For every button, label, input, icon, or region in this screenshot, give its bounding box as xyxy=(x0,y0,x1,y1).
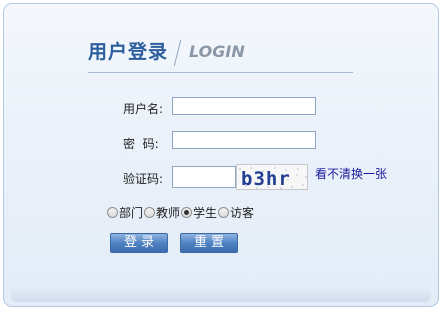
role-radio-department[interactable] xyxy=(107,207,118,218)
password-input[interactable] xyxy=(172,131,316,149)
role-radio-student[interactable] xyxy=(181,207,193,218)
login-title-en: LOGIN xyxy=(189,42,245,61)
captcha-text: b3hr xyxy=(241,168,291,190)
captcha-refresh-link[interactable]: 看不清换一张 xyxy=(315,165,387,182)
role-label-department: 部门 xyxy=(119,206,144,220)
captcha-noise: b3hr xyxy=(239,167,307,190)
role-label-student: 学生 xyxy=(193,206,218,220)
login-button[interactable]: 登录 xyxy=(110,233,168,253)
role-radio-visitor[interactable] xyxy=(218,207,230,218)
role-radio-teacher[interactable] xyxy=(144,207,156,218)
username-label: 用户名: xyxy=(123,102,164,116)
login-title: 用户登录 xyxy=(88,41,169,63)
panel-footer-band xyxy=(11,288,431,302)
role-label-visitor: 访客 xyxy=(230,206,255,220)
role-selector: 部门 教师 学生 访客 xyxy=(107,204,255,221)
title-underline xyxy=(88,72,353,73)
role-label-teacher: 教师 xyxy=(156,206,181,220)
captcha-label: 验证码: xyxy=(123,172,164,186)
captcha-image[interactable]: b3hr xyxy=(236,164,308,190)
username-input[interactable] xyxy=(172,97,316,115)
reset-button[interactable]: 重置 xyxy=(180,233,238,253)
password-label: 密 码: xyxy=(123,137,159,151)
captcha-input[interactable] xyxy=(172,166,236,188)
